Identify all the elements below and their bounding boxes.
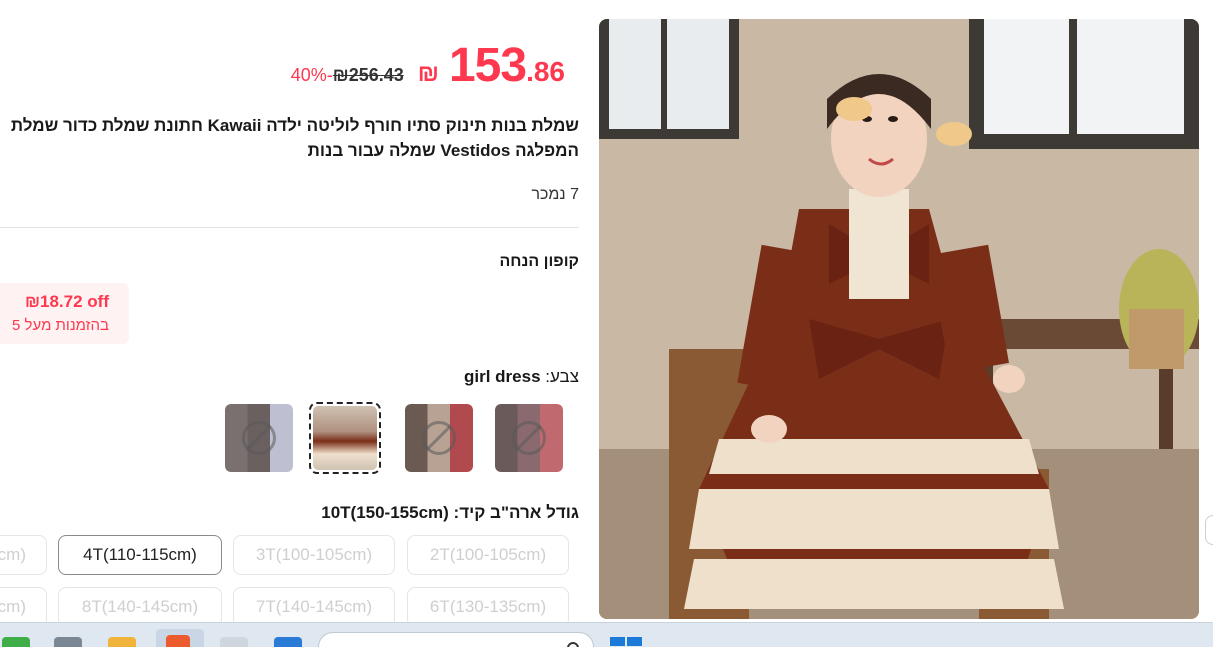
coupon-amount: ₪18.72 off [25,292,109,311]
girl-dress-photo [599,19,1199,619]
search-input[interactable] [318,632,594,647]
size-option[interactable]: 3T(100-105cm) [233,535,395,575]
size-option[interactable]: 2T(100-105cm) [407,535,569,575]
ban-icon [512,421,546,455]
original-price: ₪256.43 [332,65,404,85]
current-price-decimal: .86 [526,56,565,87]
currency-symbol: ₪ [417,60,439,87]
coupon-condition: בהזמנות מעל 5 [12,317,109,334]
size-option[interactable]: 8T(140-145cm) [58,587,222,627]
active-app-indicator[interactable] [156,629,204,647]
product-title-line-2: המפלגה Vestidos שמלה עבור בנות [307,141,579,160]
color-selected-value: girl dress [464,367,541,386]
app-icon[interactable] [220,637,248,647]
sold-count: 7 נמכר [531,186,579,203]
swatch-image [495,404,563,472]
size-option[interactable]: 4T(110-115cm) [58,535,222,575]
product-title-line-1: שמלת בנות תינוק סתיו חורף לוליטה ילדה Ka… [10,116,579,135]
swatch-image [313,406,377,470]
size-option[interactable]: 7T(140-145cm) [233,587,395,627]
coupon-card[interactable]: ₪18.72 off בהזמנות מעל 5 [0,283,129,344]
color-swatch-1[interactable] [223,402,295,474]
size-option[interactable]: 6T(130-135cm) [407,587,569,627]
ban-icon [242,421,276,455]
app-icon[interactable] [2,637,30,647]
product-page: 40%- ₪256.43 ₪ 153 .86 שמלת בנות תינוק ס… [0,0,1213,647]
product-title: שמלת בנות תינוק סתיו חורף לוליטה ילדה Ka… [0,113,579,163]
product-main-image[interactable] [599,19,1199,619]
current-price-integer: 153 [448,39,527,92]
price-row: 40%- ₪256.43 ₪ 153 .86 [291,38,565,93]
app-icon[interactable] [54,637,82,647]
color-swatch-3[interactable] [403,402,475,474]
taskbar [0,622,1213,647]
size-option[interactable]: cm) [0,535,47,575]
color-label-prefix: צבע: [545,367,579,386]
carousel-next-button[interactable] [1205,515,1213,545]
divider [0,227,579,228]
coupon-section-label: קופון הנחה [499,253,579,270]
discount-percent: 40%- [290,65,333,85]
swatch-image [225,404,293,472]
size-option[interactable]: cm) [0,587,47,627]
browser-icon [166,635,190,647]
app-icon[interactable] [274,637,302,647]
size-label: גודל ארה"ב קיד: 10T(150-155cm) [321,503,579,522]
search-icon [567,642,579,647]
swatch-image [405,404,473,472]
folder-icon[interactable] [108,637,136,647]
color-swatch-4[interactable] [493,402,565,474]
windows-start-icon[interactable] [610,637,642,647]
color-label: צבע: girl dress [464,367,579,387]
color-swatch-selected[interactable] [309,402,381,474]
ban-icon [422,421,456,455]
